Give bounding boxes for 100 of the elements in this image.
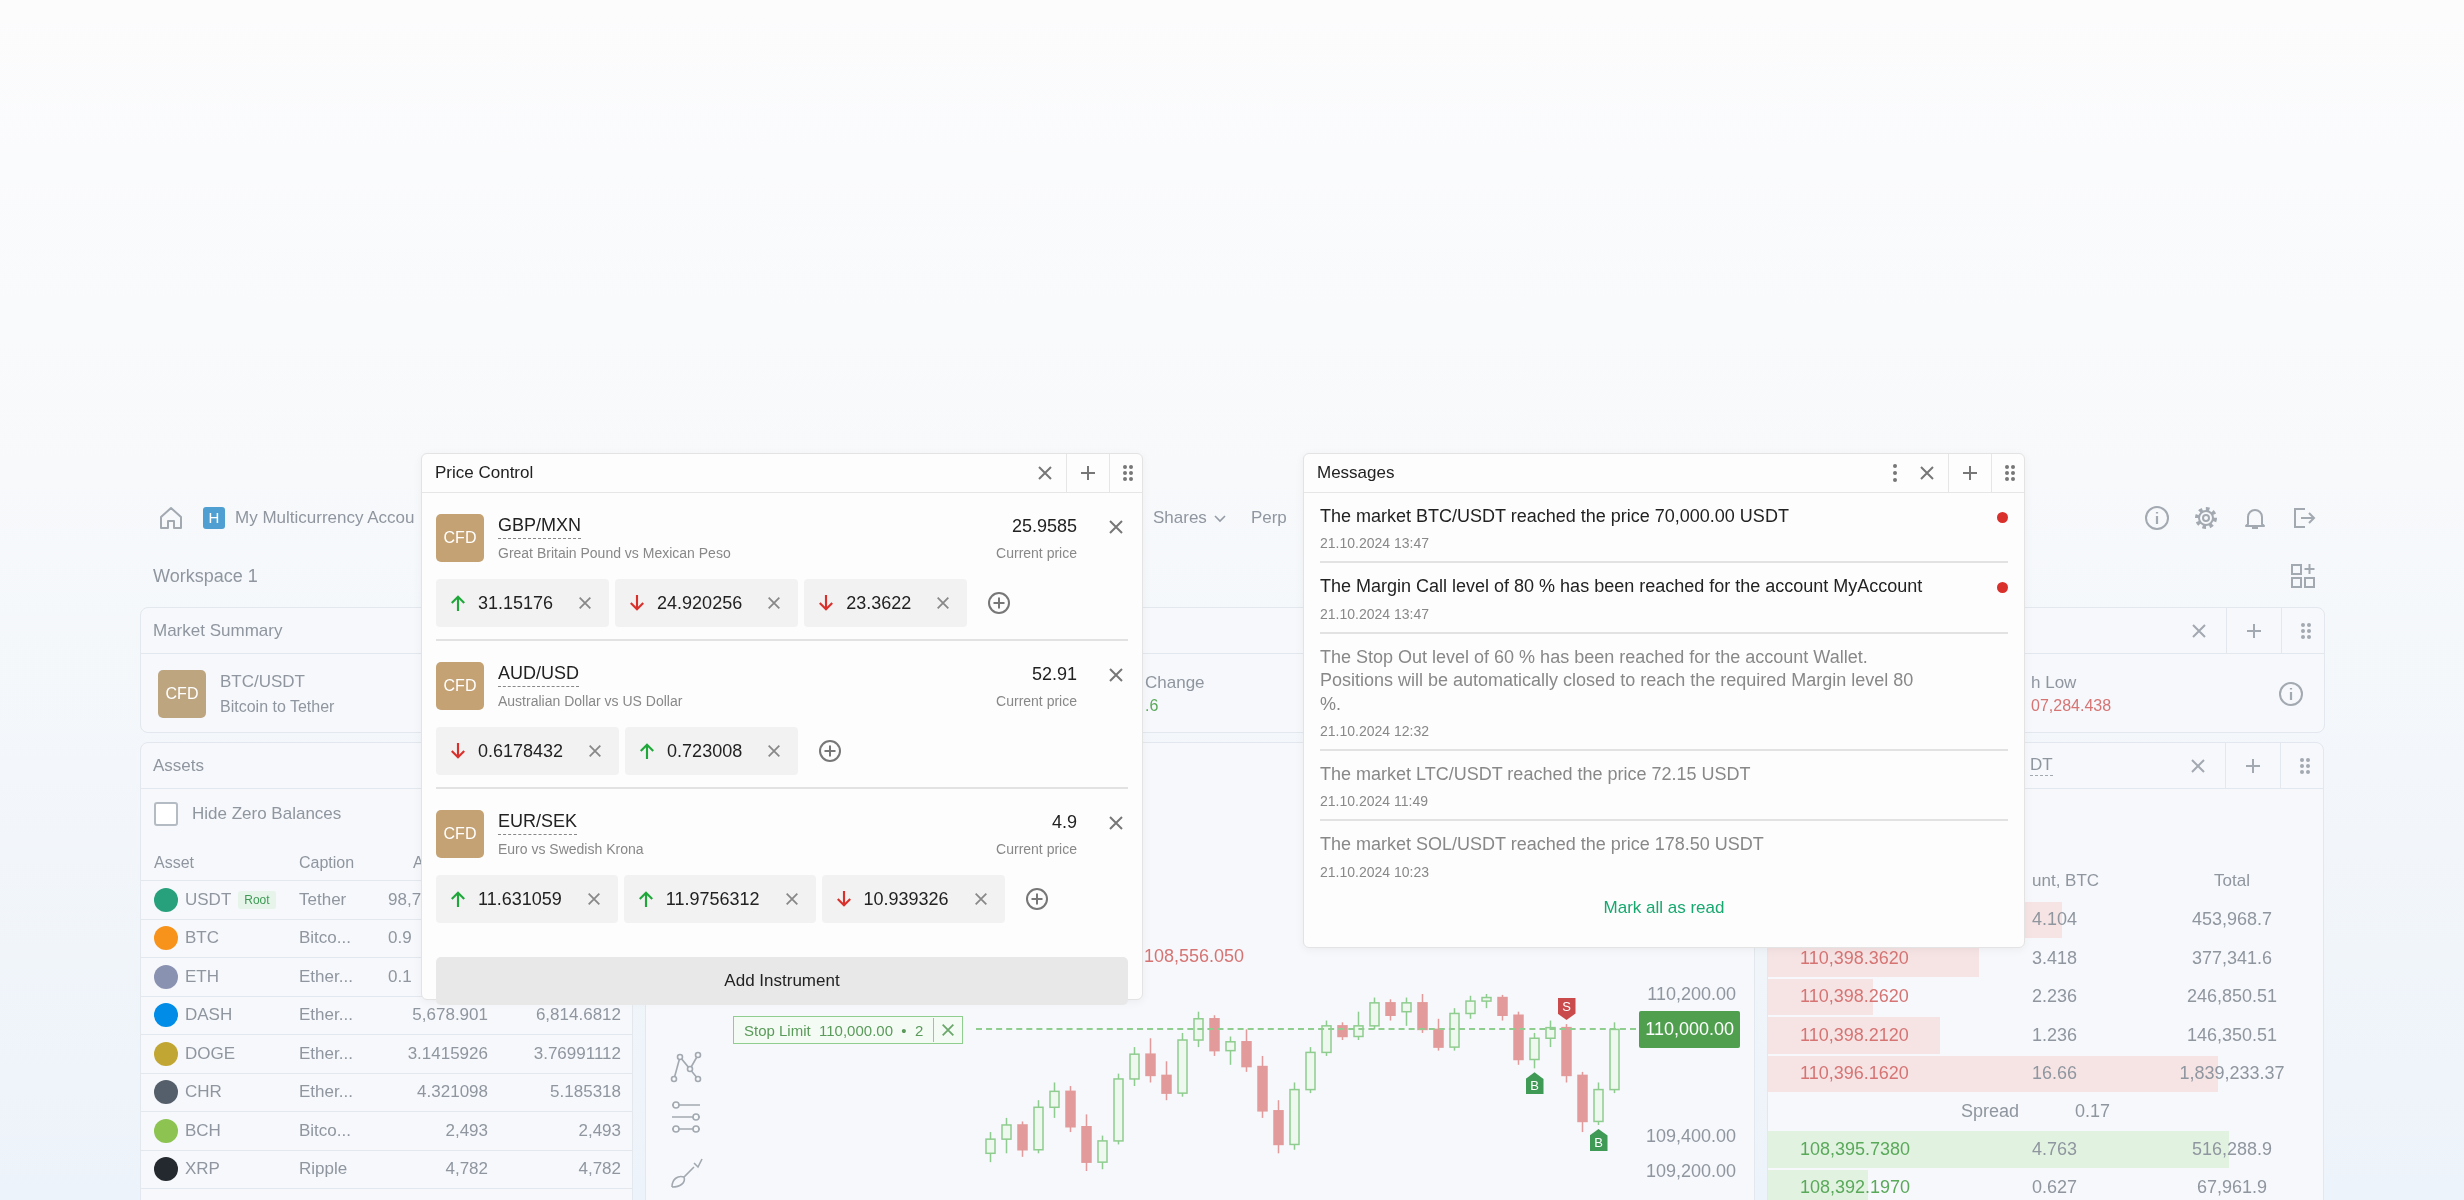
panel-title: Messages <box>1317 463 1395 483</box>
table-cell-text: 3.1415926 <box>406 1043 488 1064</box>
table-cell-text: 2,493 <box>444 1120 488 1141</box>
close-icon[interactable] <box>577 595 594 611</box>
checkbox[interactable] <box>154 802 178 826</box>
close-icon[interactable] <box>585 891 602 907</box>
workspace-title: Workspace 1 <box>153 565 258 587</box>
table-cell-text: 5,678.901 <box>411 1005 488 1026</box>
table-cell-text: 1.236 <box>2032 1024 2079 1046</box>
current-price-label: Current price <box>996 840 1077 857</box>
table-cell-text: 516,288.9 <box>2190 1138 2274 1160</box>
current-price-tag: 110,000.00 <box>1639 1011 1740 1048</box>
grip-icon[interactable] <box>1122 464 1134 482</box>
price-alert-chip[interactable]: 10.939326 <box>821 875 1005 923</box>
info-icon[interactable] <box>2278 681 2304 707</box>
info-icon[interactable] <box>2144 504 2170 531</box>
alert-price: 23.3622 <box>846 592 912 614</box>
candle <box>1497 994 1508 1022</box>
candle <box>1081 1113 1092 1172</box>
price-alert-chip[interactable]: 24.920256 <box>615 579 799 627</box>
close-icon[interactable] <box>1918 464 1936 482</box>
add-circle-icon[interactable] <box>818 739 843 763</box>
asset-name: XRP <box>185 1159 220 1180</box>
message-text[interactable]: The Margin Call level of 80 % has been reached for the account MyAccount <box>1320 575 1932 599</box>
card-title: Assets <box>153 755 205 776</box>
message-date: 21.10.2024 13:47 <box>1320 605 1430 622</box>
close-icon[interactable] <box>2189 756 2207 775</box>
settings-icon[interactable] <box>2193 504 2219 531</box>
current-price-label: Current price <box>996 692 1077 709</box>
price-alert-chip[interactable]: 11.9756312 <box>623 875 816 923</box>
message-date: 21.10.2024 11:49 <box>1320 793 1429 810</box>
add-widget-icon[interactable] <box>2289 562 2317 590</box>
message-text[interactable]: The Stop Out level of 60 % has been reached for the account Wallet. Positions will be automatically closed to reach the required Margin level 80 %. <box>1320 645 1932 716</box>
plus-icon[interactable] <box>1961 464 1979 482</box>
close-icon[interactable] <box>2190 621 2208 640</box>
table-cell-text: 453,968.7 <box>2190 909 2274 931</box>
current-price: 4.9 <box>1051 811 1077 833</box>
stat-value: .6 <box>1145 697 1159 715</box>
add-circle-icon[interactable] <box>987 591 1012 615</box>
close-icon[interactable] <box>587 743 604 759</box>
plus-icon[interactable] <box>2245 621 2263 640</box>
close-icon[interactable] <box>935 595 952 611</box>
price-alert-chip[interactable]: 0.6178432 <box>436 727 620 775</box>
root-tag: Root <box>238 890 276 909</box>
ask-price: 110,398.2620 <box>1800 986 1909 1007</box>
price-alert-chip[interactable]: 31.15176 <box>436 579 610 627</box>
close-icon[interactable] <box>1107 814 1125 832</box>
trade-marker[interactable]: B <box>1525 1072 1544 1095</box>
candle <box>1097 1134 1108 1170</box>
close-icon[interactable] <box>972 891 989 907</box>
asset-name: USDT <box>185 889 232 910</box>
candle <box>1177 1032 1188 1098</box>
stat-label: h Low <box>2031 673 2077 693</box>
trade-marker[interactable]: B <box>1589 1128 1608 1151</box>
grip-icon[interactable] <box>2004 464 2016 482</box>
add-instrument-button[interactable]: Add Instrument <box>436 957 1128 1005</box>
candle <box>1305 1046 1316 1094</box>
close-icon[interactable] <box>1107 666 1125 684</box>
close-icon[interactable] <box>1107 518 1125 536</box>
alert-price: 11.631059 <box>478 888 562 910</box>
candle <box>1401 996 1412 1027</box>
trade-marker[interactable]: S <box>1557 998 1576 1021</box>
grip-icon[interactable] <box>2299 756 2311 775</box>
table-cell-text: Tether <box>299 889 348 910</box>
alert-price: 0.6178432 <box>478 740 564 762</box>
panel-title: Price Control <box>435 463 534 483</box>
price-alert-chip[interactable]: 11.631059 <box>436 875 618 923</box>
plus-icon[interactable] <box>2244 756 2262 775</box>
instrument-badge: CFD <box>436 662 484 710</box>
add-circle-icon[interactable] <box>1024 887 1049 911</box>
account-badge: H <box>203 506 225 529</box>
candle <box>1145 1037 1156 1084</box>
close-icon[interactable] <box>1036 464 1054 482</box>
asset-name: CHR <box>185 1082 222 1103</box>
table-cell-text: 377,341.6 <box>2190 947 2274 969</box>
table-cell-text: 4,782 <box>577 1159 621 1180</box>
candle <box>1209 1014 1220 1057</box>
order-text: Stop Limit 110,000.00 • 2 <box>743 1021 925 1039</box>
table-cell-text: 2,493 <box>577 1120 621 1141</box>
candle <box>1273 1099 1284 1155</box>
price-alert-chip[interactable]: 0.723008 <box>625 727 799 775</box>
price-alert-chip[interactable]: 23.3622 <box>804 579 968 627</box>
candle <box>1049 1081 1060 1119</box>
pattern-tool-icon[interactable] <box>668 1049 704 1085</box>
close-icon[interactable] <box>783 891 800 907</box>
price-axis-label: 110,200.00 <box>1647 984 1736 1004</box>
close-icon[interactable] <box>766 743 783 759</box>
message-text[interactable]: The market BTC/USDT reached the price 70,000.00 USDT <box>1320 505 1932 529</box>
unread-dot <box>1997 582 2008 594</box>
current-price: 25.9585 <box>1011 515 1077 537</box>
table-cell-text: Ether... <box>299 1043 354 1064</box>
instrument-badge: CFD <box>158 670 206 718</box>
candle <box>1481 993 1492 1009</box>
stat-label: Change <box>1145 673 1205 693</box>
close-icon[interactable] <box>766 595 783 611</box>
spread-value: 0.17 <box>2075 1101 2111 1122</box>
grip-icon[interactable] <box>2300 621 2312 640</box>
more-icon[interactable] <box>1892 463 1898 483</box>
arrow-down-icon <box>818 593 835 613</box>
plus-icon[interactable] <box>1079 464 1097 482</box>
